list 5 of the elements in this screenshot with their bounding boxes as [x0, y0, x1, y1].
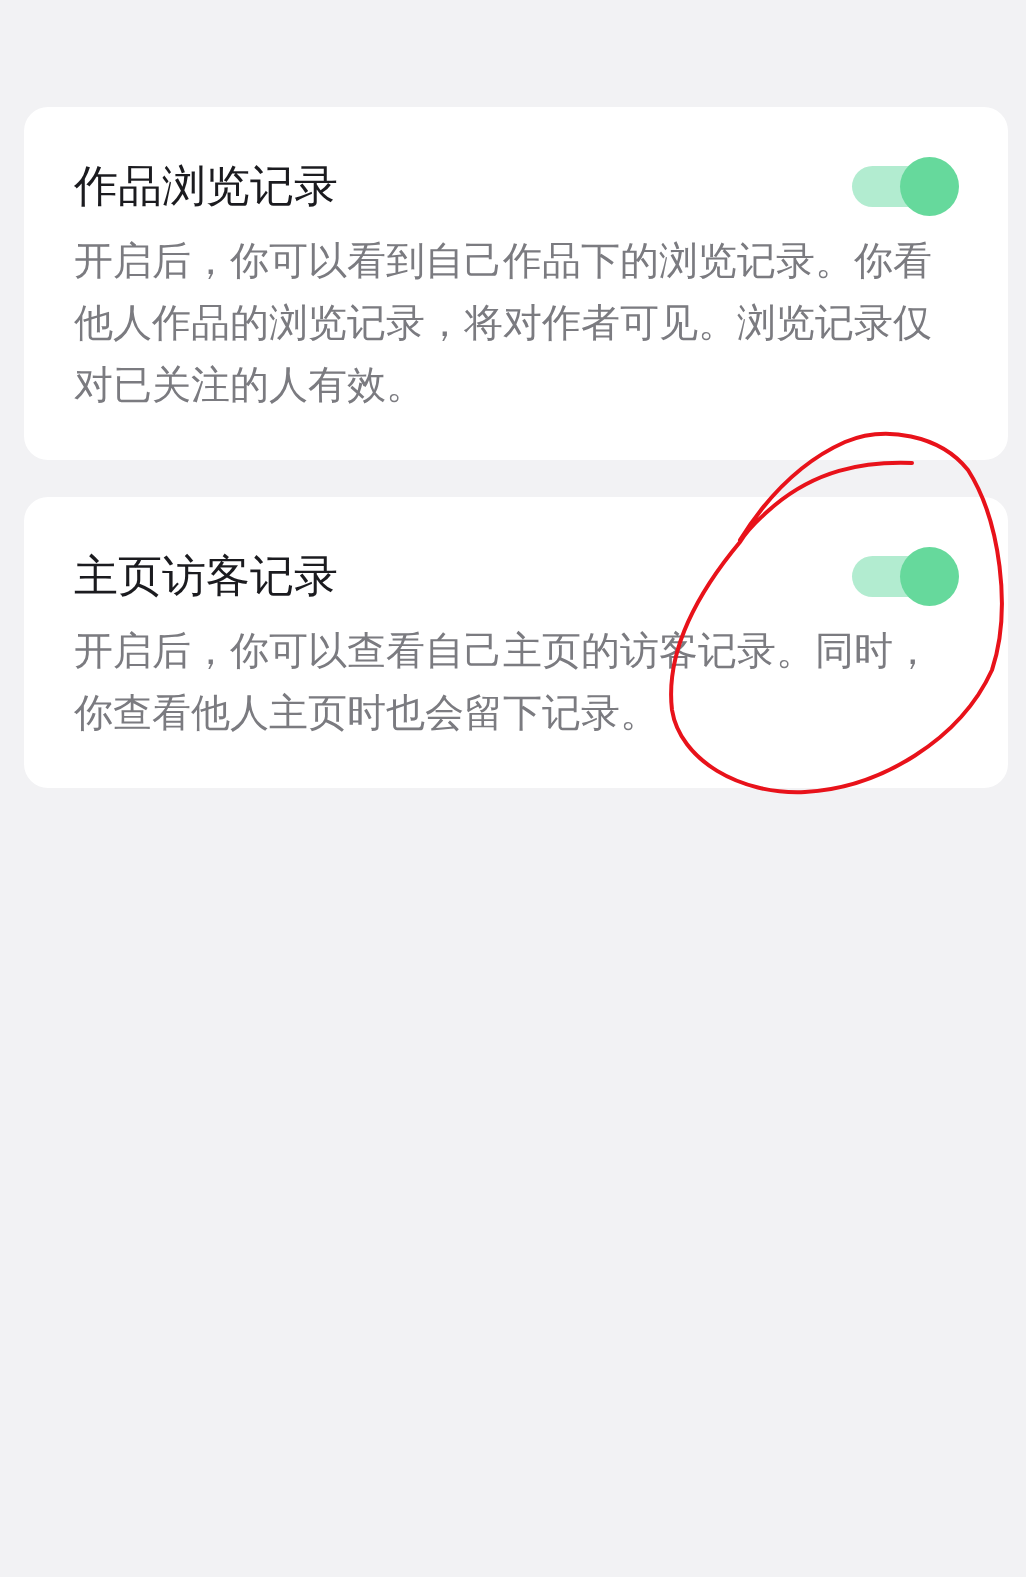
setting-title: 作品浏览记录 [74, 159, 338, 213]
setting-description: 开启后，你可以看到自己作品下的浏览记录。你看他人作品的浏览记录，将对作者可见。浏览记录仅对已关注的人有效。 [74, 237, 933, 409]
toggle-switch[interactable] [852, 546, 959, 606]
setting-title: 主页访客记录 [74, 549, 338, 603]
toggle-switch[interactable] [852, 156, 959, 216]
